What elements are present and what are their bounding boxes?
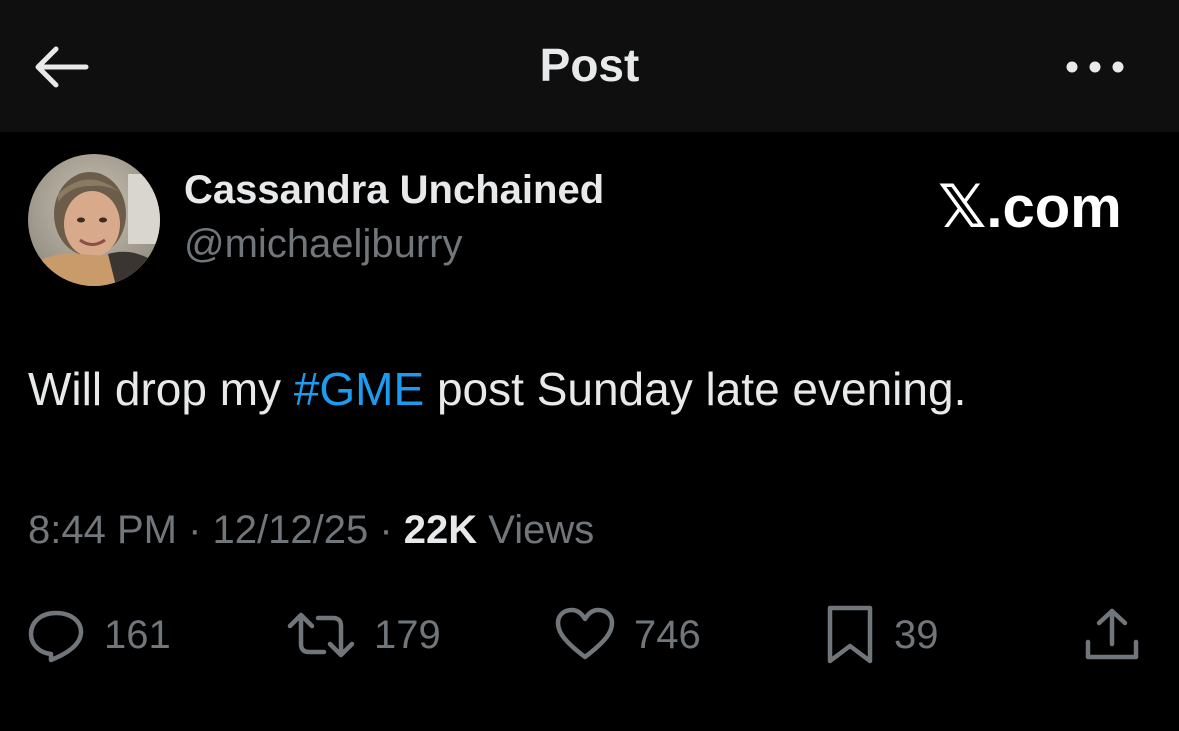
post-time: 8:44 PM [28,508,177,552]
bookmark-count: 39 [894,612,939,657]
repost-button[interactable]: 179 [286,604,441,666]
bookmark-button[interactable]: 39 [824,604,939,666]
post-text-before: Will drop my [28,363,294,415]
heart-icon [554,607,616,663]
author-handle[interactable]: @michaeljburry [184,222,462,267]
author-display-name[interactable]: Cassandra Unchained [184,168,604,213]
more-horizontal-icon [1060,61,1130,88]
views-label: Views [477,508,595,552]
avatar[interactable] [28,154,160,286]
views-count[interactable]: 22K [404,508,477,552]
meta-separator: · [176,508,213,552]
more-options-button[interactable] [1060,50,1130,84]
post-text-after: post Sunday late evening. [424,363,967,415]
x-com-watermark: 𝕏.com [938,172,1122,242]
top-app-bar: Post [0,0,1179,132]
post-meta: 8:44 PM · 12/12/25 · 22K Views [28,508,594,553]
share-icon [1082,606,1142,664]
post-date: 12/12/25 [212,508,369,552]
repost-icon [286,610,356,660]
reply-icon [26,607,86,663]
reply-button[interactable]: 161 [26,604,171,666]
page-title: Post [539,39,640,91]
like-button[interactable]: 746 [554,604,701,666]
watermark-text: .com [986,175,1122,240]
post-page: Post Cassandra Unchained @michaeljburry … [0,0,1179,731]
x-logo-icon: 𝕏 [938,172,987,242]
bookmark-icon [824,604,876,666]
like-count: 746 [634,612,701,657]
hashtag-link[interactable]: #GME [294,363,424,415]
post-text: Will drop my #GME post Sunday late eveni… [28,362,966,416]
meta-separator: · [368,508,404,552]
share-button[interactable] [1082,604,1142,666]
repost-count: 179 [374,612,441,657]
reply-count: 161 [104,612,171,657]
